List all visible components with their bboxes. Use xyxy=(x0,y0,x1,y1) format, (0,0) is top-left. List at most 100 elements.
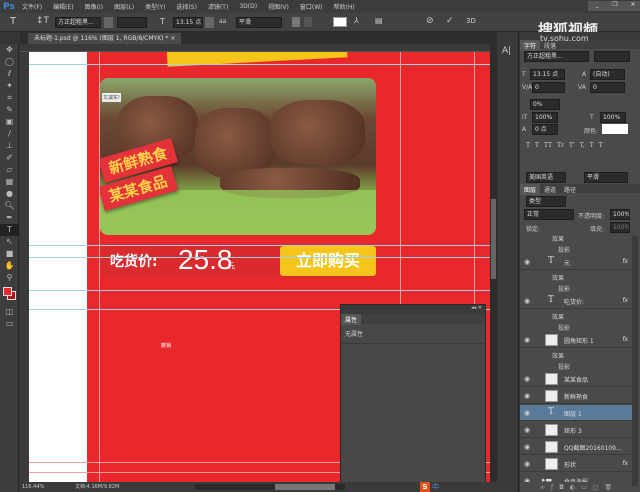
marquee-tool-icon[interactable]: ◯ xyxy=(0,56,19,68)
eye-icon[interactable]: ◉ xyxy=(524,409,530,417)
small-caps-button[interactable]: Tr xyxy=(557,142,564,149)
3d-icon[interactable]: 3D xyxy=(466,17,476,25)
layer-effect-label[interactable]: 效果 xyxy=(552,273,564,282)
quick-mask-icon[interactable]: ◫ xyxy=(0,306,19,318)
char-vscale-field[interactable]: 100% xyxy=(532,112,558,123)
cancel-icon[interactable]: ⊘ xyxy=(426,16,434,26)
layer-row[interactable]: ◉ ▸▬ 食品海报 xyxy=(520,473,632,482)
minimize-button[interactable]: _ xyxy=(588,1,606,11)
layer-effect-label[interactable]: 效果 xyxy=(552,234,564,243)
layer-row[interactable]: ◉ T 吃货价: fx xyxy=(520,293,632,309)
menu-view[interactable]: 视图(V) xyxy=(268,2,289,11)
fx-icon[interactable]: fx xyxy=(622,336,628,343)
sogou-ime-icon[interactable]: S xyxy=(420,482,430,492)
path-select-icon[interactable]: ↖ xyxy=(0,236,19,248)
blend-mode-select[interactable]: 正常 xyxy=(524,209,574,220)
tab-layers[interactable]: 图层 xyxy=(520,184,541,195)
color-swatches[interactable] xyxy=(0,284,18,306)
magic-wand-icon[interactable]: ✦ xyxy=(0,80,19,92)
pen-tool-icon[interactable]: ✒ xyxy=(0,212,19,224)
subscript-button[interactable]: T, xyxy=(580,142,585,149)
layer-effect-label[interactable]: 效果 xyxy=(552,351,564,360)
layer-effect-label[interactable]: 投影 xyxy=(558,284,570,293)
layer-row[interactable]: ◉ T 元 fx xyxy=(520,254,632,270)
lasso-tool-icon[interactable]: ℓ xyxy=(0,68,19,80)
buy-now-button[interactable]: 立即购买 xyxy=(280,246,376,276)
char-style-field[interactable] xyxy=(594,51,630,62)
history-brush-icon[interactable]: ✐ xyxy=(0,152,19,164)
font-style-field[interactable] xyxy=(117,17,147,28)
layers-footer-icons[interactable]: ∞ƒ◘◐▭▢🗑︎ xyxy=(540,484,618,491)
tab-channels[interactable]: 通道 xyxy=(540,184,560,195)
font-family-field[interactable]: 方正超粗黑... xyxy=(55,17,101,28)
faux-italic-button[interactable]: T xyxy=(535,142,539,149)
fx-icon[interactable]: fx xyxy=(622,258,628,265)
align-left-button[interactable] xyxy=(292,17,300,27)
menu-image[interactable]: 图像(I) xyxy=(85,2,103,11)
eye-icon[interactable]: ◉ xyxy=(524,375,530,383)
layer-row[interactable]: ◉ 矩形 3 xyxy=(520,422,632,438)
all-caps-button[interactable]: TT xyxy=(544,142,552,149)
char-size-field[interactable]: 13.15 点 xyxy=(530,69,565,80)
char-leading-field[interactable]: (自动) xyxy=(590,69,625,80)
layer-filter-select[interactable]: 类型 xyxy=(526,196,566,207)
layer-effect-label[interactable]: 投影 xyxy=(558,362,570,371)
tab-paths[interactable]: 路径 xyxy=(560,184,580,195)
document-tab[interactable]: 未标题-1.psd @ 116% (图层 1, RGB/8/CMYK) * × xyxy=(28,33,182,44)
properties-panel-header[interactable]: ◂◂ ✕ xyxy=(341,305,485,314)
text-color-swatch[interactable] xyxy=(333,17,347,27)
layer-effect-label[interactable]: 投影 xyxy=(558,323,570,332)
fx-icon[interactable]: fx xyxy=(622,297,628,304)
eye-icon[interactable]: ◉ xyxy=(524,460,530,468)
char-scale-field[interactable]: 0% xyxy=(530,99,560,110)
type-tool-icon[interactable]: T xyxy=(10,16,16,27)
opacity-field[interactable]: 100% xyxy=(610,209,630,220)
layer-row[interactable]: ◉ T 图层 1 xyxy=(520,405,632,421)
eye-icon[interactable]: ◉ xyxy=(524,336,530,344)
shape-tool-icon[interactable]: ■ xyxy=(0,248,19,260)
close-button[interactable]: ✕ xyxy=(624,1,640,11)
menu-window[interactable]: 窗口(W) xyxy=(300,2,323,11)
underline-button[interactable]: T xyxy=(590,142,594,149)
tab-character[interactable]: 字符 xyxy=(520,40,541,51)
blur-tool-icon[interactable]: ● xyxy=(0,188,19,200)
gradient-tool-icon[interactable]: ▦ xyxy=(0,176,19,188)
ime-mode[interactable]: 中 xyxy=(432,482,439,492)
panels-icon[interactable]: ▤ xyxy=(375,16,383,25)
healing-brush-icon[interactable]: ▣ xyxy=(0,116,19,128)
eyedropper-icon[interactable]: ✎ xyxy=(0,104,19,116)
layer-row[interactable]: ◉ 某某食品 xyxy=(520,371,632,387)
zoom-level[interactable]: 116.44% xyxy=(22,482,44,492)
font-size-field[interactable]: 13.15 点 xyxy=(173,17,203,28)
menu-select[interactable]: 选择(S) xyxy=(176,2,197,11)
character-panel-icon[interactable]: A| xyxy=(502,46,511,56)
layer-row[interactable]: ◉ QQ截图20160109... xyxy=(520,439,632,455)
font-family-dropdown[interactable] xyxy=(104,17,113,28)
char-hscale-field[interactable]: 100% xyxy=(600,112,626,123)
faux-bold-button[interactable]: T xyxy=(526,142,530,149)
menu-type[interactable]: 类型(Y) xyxy=(145,2,165,11)
brush-tool-icon[interactable]: / xyxy=(0,128,19,140)
eye-icon[interactable]: ◉ xyxy=(524,258,530,266)
fx-icon[interactable]: fx xyxy=(622,460,628,467)
eye-icon[interactable]: ◉ xyxy=(524,392,530,400)
superscript-button[interactable]: T' xyxy=(569,142,575,149)
antialias-select[interactable]: 平滑 xyxy=(236,17,282,28)
move-tool-icon[interactable]: ✥ xyxy=(0,44,19,56)
language-select[interactable]: 美国英语 xyxy=(526,172,566,183)
menu-file[interactable]: 文件(F) xyxy=(22,2,42,11)
orientation-icon[interactable]: ↕T xyxy=(36,16,49,26)
commit-icon[interactable]: ✓ xyxy=(446,16,454,26)
align-center-button[interactable] xyxy=(304,17,312,27)
char-aa-select[interactable]: 平滑 xyxy=(584,172,628,183)
eye-icon[interactable]: ◉ xyxy=(524,477,530,482)
eye-icon[interactable]: ◉ xyxy=(524,426,530,434)
menu-3d[interactable]: 3D(D) xyxy=(239,3,257,10)
screen-mode-icon[interactable]: ▭ xyxy=(0,318,19,330)
char-color-swatch[interactable] xyxy=(602,124,628,134)
char-kerning-field[interactable]: 0 xyxy=(532,82,565,93)
char-tracking-field[interactable]: 0 xyxy=(590,82,625,93)
menu-edit[interactable]: 编辑(E) xyxy=(53,2,73,11)
eraser-icon[interactable]: ▱ xyxy=(0,164,19,176)
tab-properties[interactable]: 属性 xyxy=(341,314,362,325)
